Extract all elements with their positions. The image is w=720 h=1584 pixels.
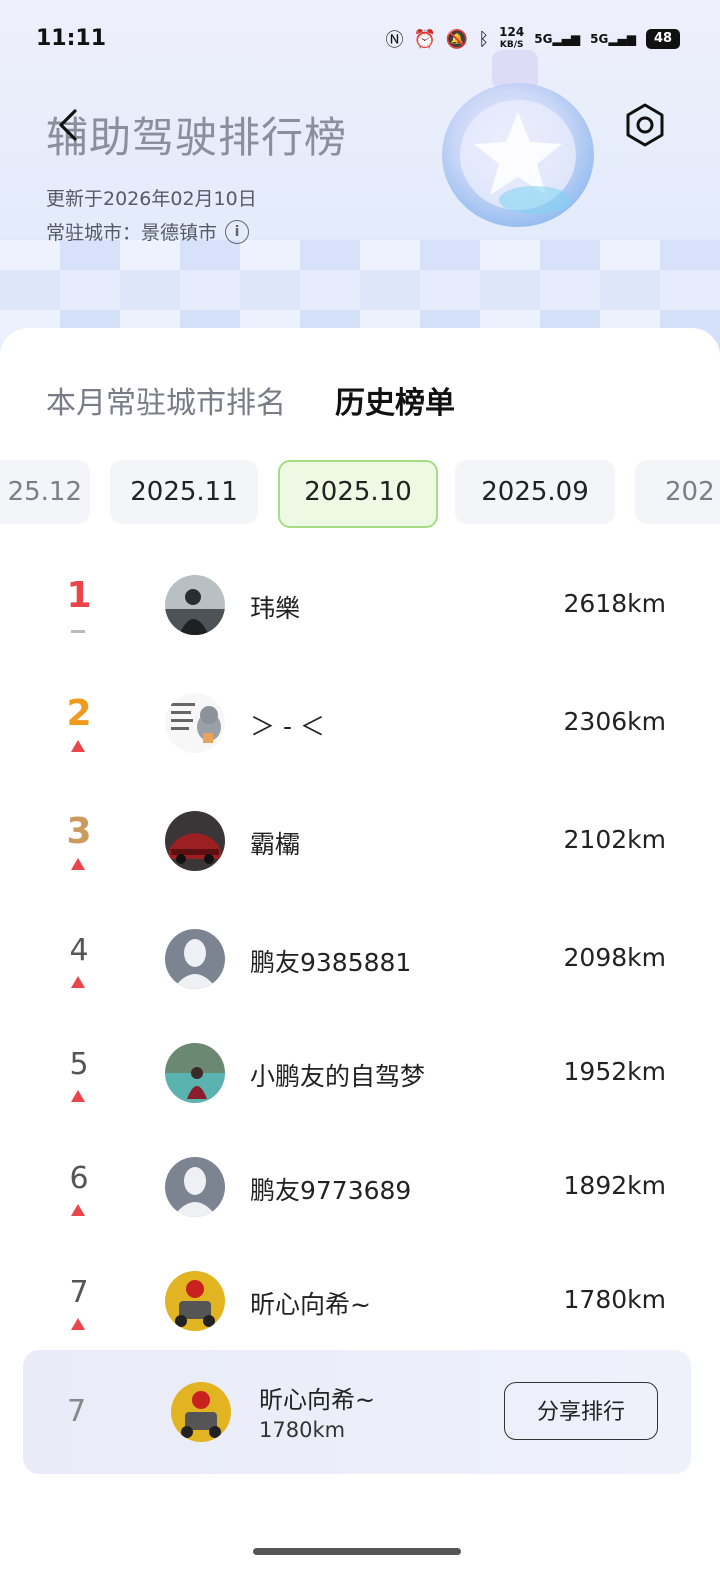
status-time: 11:11 [36, 26, 107, 51]
alarm-icon: ⏰ [413, 28, 436, 50]
my-ranking-bar: 7 昕心向希~ 1780km 分享排行 [23, 1350, 691, 1474]
my-rank-number: 7 [67, 1394, 87, 1429]
share-ranking-button[interactable]: 分享排行 [504, 1382, 658, 1440]
rank-number: 1 [66, 575, 92, 616]
resident-city-label: 常驻城市：景德镇市 [46, 222, 218, 244]
user-name: 鹏友9385881 [250, 948, 412, 977]
avatar[interactable] [165, 1271, 225, 1331]
settings-icon[interactable] [622, 102, 668, 148]
month-chip-2025-12[interactable]: 25.12 [0, 460, 90, 524]
info-icon[interactable]: i [225, 219, 250, 244]
distance: 1780km [563, 1285, 666, 1314]
ranking-row[interactable]: 6 鹏友9773689 1892km [0, 1157, 720, 1247]
user-name: 玮樂 [250, 594, 301, 623]
net-speed-value: 124 [499, 25, 525, 39]
rank-number: 3 [66, 811, 92, 852]
ranking-row[interactable]: 5 小鹏友的自驾梦 1952km [0, 1043, 720, 1133]
rank-number: 7 [69, 1275, 89, 1310]
user-name: 小鹏友的自驾梦 [250, 1062, 426, 1091]
ranking-row[interactable]: 2 ＞ - ＜ 2306km [0, 693, 720, 783]
distance: 2102km [563, 825, 666, 854]
avatar[interactable] [165, 575, 225, 635]
rank-number: 5 [69, 1047, 89, 1082]
nfc-icon: Ⓝ [385, 30, 404, 51]
month-chip-2025-08[interactable]: 202 [635, 460, 720, 524]
user-name: 昕心向希~ [250, 1290, 371, 1319]
back-arrow-icon[interactable] [50, 105, 90, 145]
signal-label: 5G [534, 31, 553, 46]
user-name: 鹏友9773689 [250, 1176, 412, 1205]
updated-date: 更新于2026年02月10日 [46, 188, 257, 210]
battery-icon: 48 [646, 29, 680, 49]
trend-up-icon [71, 858, 85, 870]
default-avatar-icon[interactable] [165, 1157, 225, 1217]
signal-icon: 5G▂▄▆ [534, 31, 581, 46]
my-distance: 1780km [259, 1418, 346, 1442]
distance: 2618km [563, 589, 666, 618]
signal-icon-2: 5G▂▄▆ [590, 31, 636, 46]
ranking-row[interactable]: 1 玮樂 2618km [0, 575, 720, 665]
page-title: 辅助驾驶排行榜 [46, 113, 348, 162]
month-chip-2025-09[interactable]: 2025.09 [455, 460, 615, 524]
status-bar: 11:11 Ⓝ ⏰ 🔕 ᛒ 124 KB/S 5G▂▄▆ 5G▂▄▆ 48 [0, 0, 720, 80]
resident-city: 常驻城市：景德镇市 i [46, 218, 250, 245]
trend-up-icon [71, 1090, 85, 1102]
rank-number: 2 [66, 693, 92, 734]
tab-monthly-city-ranking[interactable]: 本月常驻城市排名 [46, 378, 286, 422]
rank-number: 6 [69, 1161, 89, 1196]
default-avatar-icon[interactable] [165, 929, 225, 989]
net-speed: 124 KB/S [499, 25, 525, 51]
distance: 2098km [563, 943, 666, 972]
avatar[interactable] [165, 1043, 225, 1103]
trend-up-icon [71, 1204, 85, 1216]
avatar[interactable] [165, 693, 225, 753]
month-chip-2025-11[interactable]: 2025.11 [110, 460, 258, 524]
ranking-row[interactable]: 4 鹏友9385881 2098km [0, 929, 720, 1019]
ranking-row[interactable]: 7 昕心向希~ 1780km [0, 1271, 720, 1361]
user-name: 霸欛 [250, 830, 301, 859]
status-icons: Ⓝ ⏰ 🔕 ᛒ 124 KB/S 5G▂▄▆ 5G▂▄▆ 48 [385, 25, 680, 52]
distance: 1892km [563, 1171, 666, 1200]
user-name: ＞ - ＜ [250, 712, 325, 741]
trend-same-icon [71, 630, 85, 633]
distance: 2306km [563, 707, 666, 736]
ranking-row[interactable]: 3 霸欛 2102km [0, 811, 720, 901]
distance: 1952km [563, 1057, 666, 1086]
checker-pattern-row [0, 270, 720, 310]
mute-icon: 🔕 [445, 28, 469, 50]
my-user-name: 昕心向希~ [259, 1386, 376, 1414]
my-avatar[interactable] [171, 1382, 231, 1442]
avatar[interactable] [165, 811, 225, 871]
rank-number: 4 [69, 933, 89, 968]
trend-up-icon [71, 740, 85, 752]
month-chip-2025-10[interactable]: 2025.10 [278, 460, 438, 528]
bluetooth-icon: ᛒ [478, 28, 490, 50]
trend-up-icon [71, 1318, 85, 1330]
tab-history-ranking[interactable]: 历史榜单 [335, 378, 455, 422]
trend-up-icon [71, 976, 85, 988]
home-indicator[interactable] [253, 1548, 461, 1555]
net-speed-unit: KB/S [499, 40, 524, 50]
signal-label-2: 5G [590, 31, 609, 46]
